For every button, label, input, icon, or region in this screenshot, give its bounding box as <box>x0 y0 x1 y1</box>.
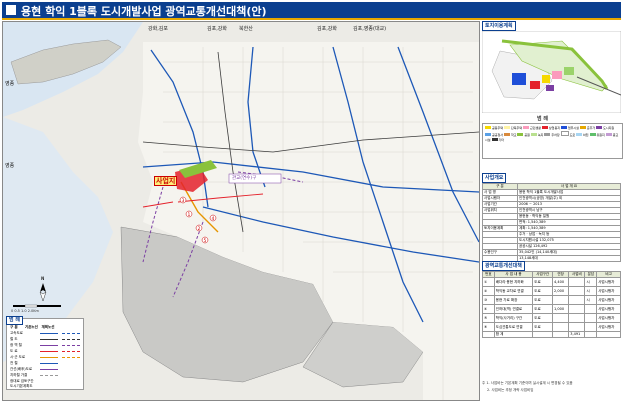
overview-table: 구 분사 업 개 요 사 업 명 용현 학익 1블록 도시개발사업 사업시행자 인천… <box>482 183 621 262</box>
page-title: 용현 학익 1블록 도시개발사업 광역교통개선대책(안) <box>21 5 267 18</box>
compass-north-label: N <box>41 276 45 281</box>
project-site-label[interactable]: 사업지 <box>154 176 178 186</box>
table-row: ⑥ 도심관통도로 연결 도로 사업시행자 <box>482 322 621 332</box>
direction-label-2: 김포,강화 <box>207 26 227 32</box>
traffic-plan-table: 번호 사 업 내 용 사업구간 연장 사업비 분담 비고 ① 배다리·용현 지하화 도로 4,4… <box>482 271 621 338</box>
legend-row: 광 역 철 <box>10 343 80 348</box>
direction-label-4: 김포,강화 <box>317 26 337 32</box>
direction-label-5: 김포,영종(대교) <box>353 26 387 32</box>
title-bar: 용현 학익 1블록 도시개발사업 광역교통개선대책(안) <box>2 2 621 20</box>
footnote-1: 주 1. 사업비는 기본계획 기준이며 실시설계 시 변경될 수 있음 <box>482 381 573 385</box>
table-row: ④ 인하대(역) 연결로 도로 1,000 사업시행자 <box>482 304 621 314</box>
legend-row: 철 도 <box>10 337 80 342</box>
land-use-plan-map <box>482 31 621 113</box>
page-frame: 용현 학익 1블록 도시개발사업 광역교통개선대책(안) 1 2 3 4 5 강… <box>0 0 623 402</box>
legend-plan-label: 도시기본계획도 <box>10 384 33 388</box>
info-panel: 토지이용계획 범 례 공동주택 단독주택 근린생활 상업용지 업무시설 준주거 … <box>482 21 623 399</box>
table-row: 합 계 3,491 <box>482 331 621 338</box>
legend-header: 구 분 기존노선 계획노선 <box>10 325 55 329</box>
table-row: ③ 용현 가로 확장 도로 시 사업시행자 <box>482 295 621 305</box>
table-row: ② 학익동 교차로 연결 도로 2,000 시 사업시행자 <box>482 286 621 296</box>
table-row: ① 배다리·용현 지하화 도로 4,400 시 사업시행자 <box>482 277 621 287</box>
land-use-item: 도시지원 <box>596 126 614 130</box>
overview-header: 사업개요 <box>482 173 507 183</box>
legend-row: 전 철 <box>10 361 58 366</box>
table-row: ⑤ 학익(사거리) 구간 도로 사업시행자 <box>482 313 621 323</box>
direction-label-3: 북한산 <box>239 26 253 32</box>
title-marker-icon <box>6 5 16 15</box>
legend-row: 간선(배후)도로 <box>10 367 58 372</box>
map-legend: 범 례 구 분 기존노선 계획노선 고속도로 철 도 광 역 철 도 로 시·군… <box>6 316 84 390</box>
footnote-2: 2. 사업비는 추정 개략 사업비임 <box>487 388 534 392</box>
land-use-item: 근린생활 <box>522 126 541 130</box>
land-use-plan-header: 토지이용계획 <box>482 21 516 31</box>
land-use-item: 단독주택 <box>503 126 522 130</box>
direction-label-left-2: 영종 <box>5 163 15 169</box>
district-label: 관교(연수)구 <box>232 176 257 181</box>
land-use-item: 주차장 <box>544 133 560 137</box>
land-use-legend: 공동주택 단독주택 근린생활 상업용지 업무시설 준주거 도시지원 공공청사 학… <box>482 123 623 159</box>
land-use-item: 녹지 <box>530 133 543 137</box>
legend-row: 지하철 가결 <box>10 373 58 378</box>
land-use-item: 공원 <box>517 133 530 137</box>
svg-text:4: 4 <box>212 216 215 222</box>
land-use-item: 하천 <box>576 133 589 137</box>
svg-text:1: 1 <box>188 212 191 218</box>
direction-label-left-1: 영종 <box>5 81 15 87</box>
svg-text:2: 2 <box>198 226 201 232</box>
direction-label-1: 강화,김포 <box>148 26 168 32</box>
legend-row: 도 로 <box>10 349 80 354</box>
legend-title: 범 례 <box>6 316 23 325</box>
land-use-item: 유원지 <box>589 133 605 137</box>
land-use-item: 학교 <box>503 133 516 137</box>
land-use-item: 공동주택 <box>485 126 503 130</box>
land-use-item: 준주거 <box>579 126 595 130</box>
land-use-item: 상업용지 <box>541 126 560 130</box>
map-area[interactable]: 1 2 3 4 5 강화,김포 김포,강화 북한산 김포,강화 김포,영종(대교… <box>2 21 480 401</box>
traffic-plan-header: 광역교통개선대책 <box>482 261 525 271</box>
land-use-item: 기타 <box>491 138 504 142</box>
scale-bar-label: 0 0.5 1.0 2.0Km <box>11 309 39 313</box>
legend-row: 고속도로 <box>10 331 80 336</box>
svg-text:3: 3 <box>182 198 185 204</box>
svg-text:5: 5 <box>204 238 207 244</box>
legend-row: 시·군 도로 <box>10 355 80 360</box>
land-use-item: 공공청사 <box>485 133 503 137</box>
land-use-item: 도로 <box>560 131 575 137</box>
land-use-item: 업무시설 <box>560 126 579 130</box>
